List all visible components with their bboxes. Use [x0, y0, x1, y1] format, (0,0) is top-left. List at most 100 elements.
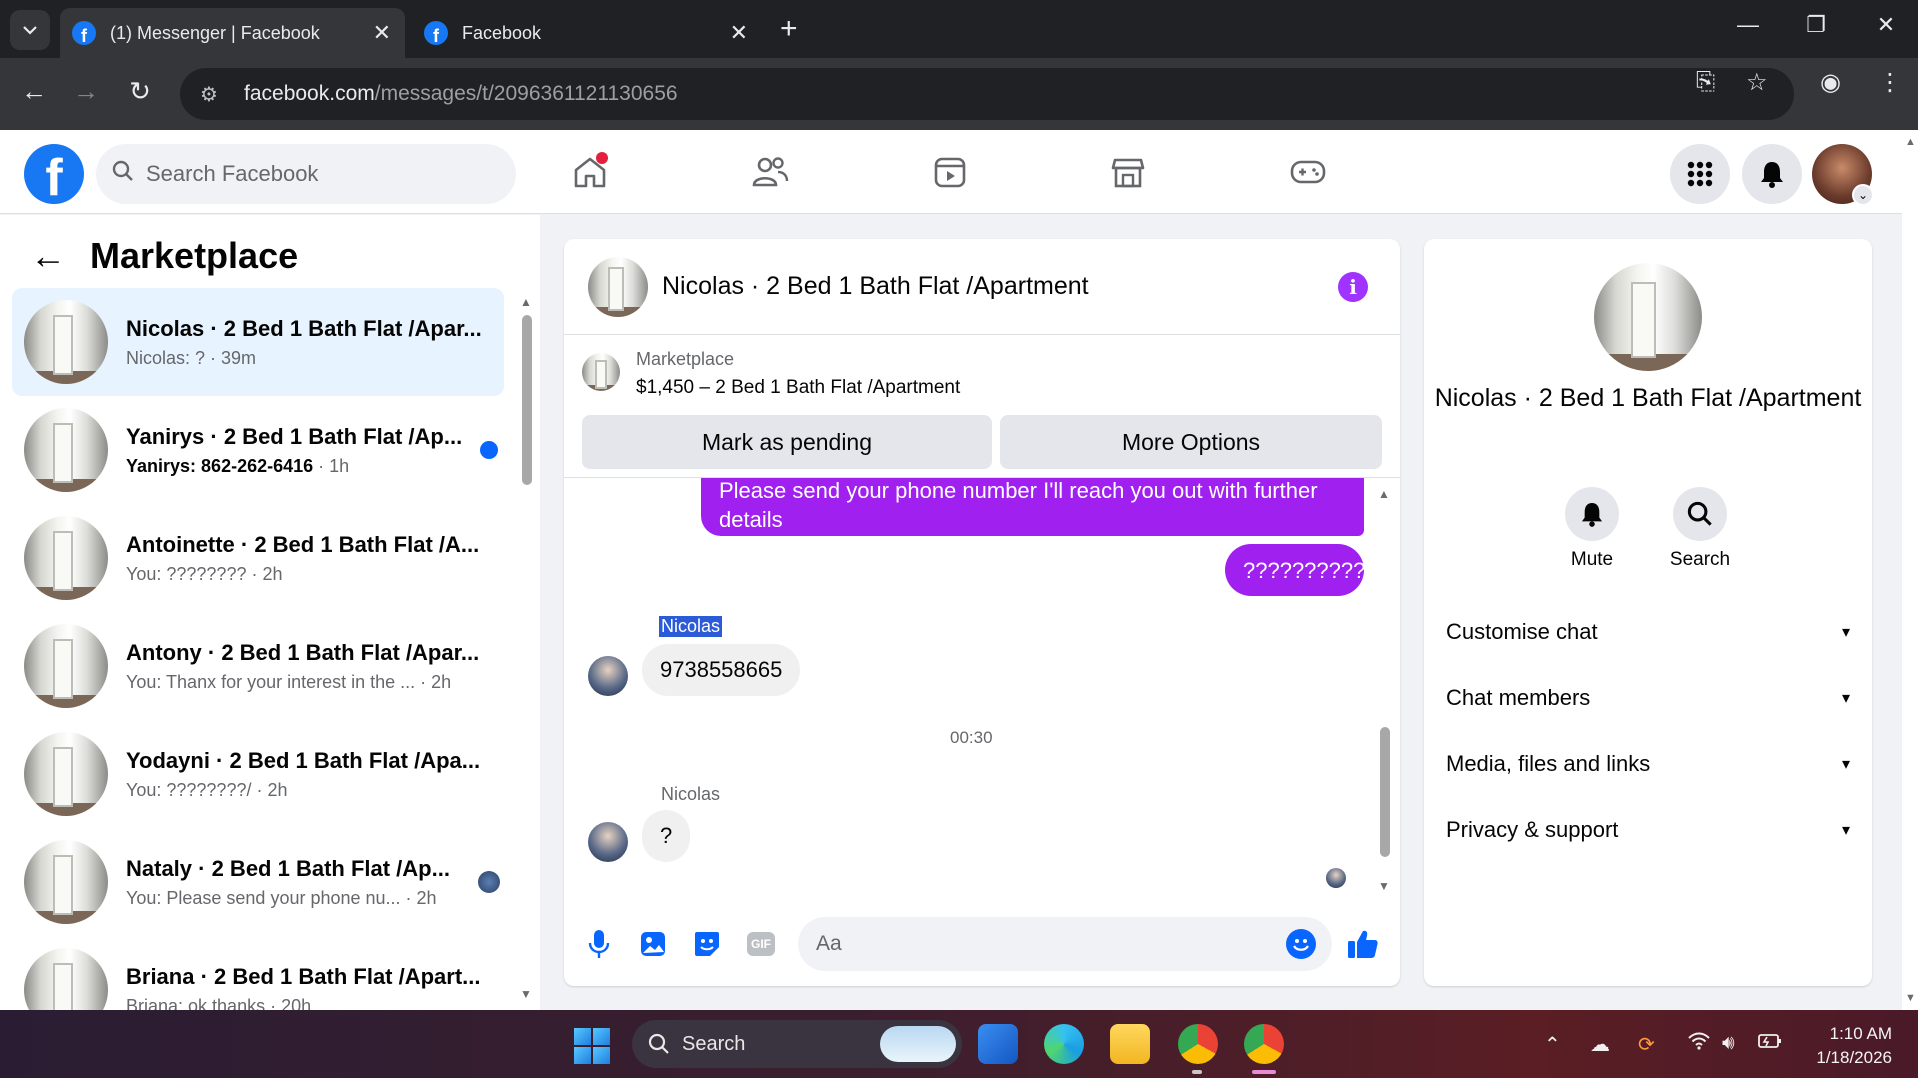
page-scrollbar[interactable]: ▲ ▼ [1902, 130, 1918, 1010]
friends-icon[interactable] [740, 146, 800, 198]
sticker-icon[interactable] [690, 927, 724, 961]
marketplace-icon[interactable] [1098, 146, 1158, 198]
browser-tab-messenger[interactable]: f (1) Messenger | Facebook ✕ [60, 8, 405, 58]
sender-avatar[interactable] [588, 656, 628, 696]
message-input[interactable]: Aa [798, 917, 1332, 971]
minimize-icon[interactable]: — [1728, 12, 1768, 38]
listing-title[interactable]: $1,450 – 2 Bed 1 Bath Flat /Apartment [636, 377, 960, 399]
conversation-item[interactable]: Nataly · 2 Bed 1 Bath Flat /Ap... You: P… [12, 828, 504, 936]
restore-icon[interactable]: ❐ [1796, 12, 1836, 38]
gaming-icon[interactable] [1278, 146, 1338, 198]
install-app-icon[interactable]: ⎘ [1696, 68, 1715, 96]
left-panel-header: ← Marketplace [30, 235, 298, 277]
browser-tab-facebook[interactable]: f Facebook ✕ [412, 8, 762, 58]
profile-icon[interactable]: ◉ [1820, 68, 1841, 97]
conversation-item[interactable]: Yanirys · 2 Bed 1 Bath Flat /Ap... Yanir… [12, 396, 504, 504]
chat-members-section[interactable]: Chat members ▾ [1446, 678, 1850, 718]
outgoing-message[interactable]: Please send your phone number I'll reach… [701, 478, 1364, 536]
close-tab-icon[interactable]: ✕ [730, 20, 748, 46]
sync-icon[interactable]: ⟳ [1638, 1032, 1655, 1057]
bookmark-star-icon[interactable]: ☆ [1746, 68, 1768, 97]
menu-grid-icon[interactable] [1670, 144, 1730, 204]
chat-avatar[interactable] [588, 256, 648, 317]
scroll-up-icon[interactable]: ▲ [1378, 487, 1390, 501]
photo-icon[interactable] [636, 927, 670, 961]
conversation-title: Nataly · 2 Bed 1 Bath Flat /Ap... [126, 855, 450, 881]
mute-button[interactable]: Mute [1542, 487, 1642, 571]
windows-start-icon[interactable] [574, 1028, 610, 1064]
battery-icon[interactable] [1758, 1032, 1782, 1055]
back-icon[interactable]: ← [14, 76, 54, 107]
mark-as-pending-button[interactable]: Mark as pending [582, 415, 992, 469]
scroll-up-icon[interactable]: ▲ [1905, 136, 1916, 148]
conversation-item[interactable]: Nicolas · 2 Bed 1 Bath Flat /Apar... Nic… [12, 288, 504, 396]
menu-kebab-icon[interactable]: ⋮ [1878, 68, 1902, 97]
notification-dot [596, 152, 608, 164]
volume-icon[interactable]: 🔊︎ [1722, 1032, 1735, 1055]
facebook-logo-icon[interactable]: f [24, 144, 84, 204]
conversation-item[interactable]: Antoinette · 2 Bed 1 Bath Flat /A... You… [12, 504, 504, 612]
scroll-down-icon[interactable]: ▼ [520, 987, 532, 1001]
conversation-title: Yanirys · 2 Bed 1 Bath Flat /Ap... [126, 423, 463, 449]
privacy-support-section[interactable]: Privacy & support ▾ [1446, 810, 1850, 850]
edge-icon[interactable] [1044, 1024, 1084, 1064]
account-chevron-icon[interactable]: ⌄ [1852, 184, 1874, 206]
listing-thumbnail[interactable] [582, 353, 620, 391]
scrollbar-thumb[interactable] [1380, 727, 1390, 857]
taskbar-search[interactable]: Search [632, 1020, 962, 1068]
site-info-icon[interactable]: ⚙ [200, 82, 230, 107]
system-clock[interactable]: 1:10 AM 1/18/2026 [1808, 1022, 1892, 1070]
reload-icon[interactable]: ↻ [120, 76, 160, 107]
media-files-links-section[interactable]: Media, files and links ▾ [1446, 744, 1850, 784]
customise-chat-section[interactable]: Customise chat ▾ [1446, 612, 1850, 652]
info-icon[interactable]: i [1338, 272, 1368, 302]
scroll-down-icon[interactable]: ▼ [1378, 879, 1390, 893]
chrome-profile-m-icon[interactable] [1178, 1024, 1218, 1064]
tab-search-button[interactable] [10, 10, 50, 50]
close-window-icon[interactable]: ✕ [1866, 12, 1906, 38]
thumbs-up-icon[interactable] [1346, 927, 1380, 961]
file-explorer-icon[interactable] [1110, 1024, 1150, 1064]
close-tab-icon[interactable]: ✕ [373, 20, 391, 46]
gif-icon[interactable]: GIF [744, 927, 778, 961]
marketplace-label: Marketplace [636, 349, 735, 369]
address-bar[interactable]: ⚙ facebook.com/messages/t/20963611211306… [180, 68, 1794, 120]
incoming-message[interactable]: 9738558665 [642, 644, 801, 696]
microphone-icon[interactable] [582, 927, 616, 961]
incoming-message[interactable]: ? [642, 810, 691, 862]
unread-indicator [480, 441, 498, 459]
home-icon[interactable] [560, 146, 620, 198]
outgoing-message[interactable]: ?????????? [1225, 544, 1365, 596]
chat-title[interactable]: Nicolas · 2 Bed 1 Bath Flat /Apartment [662, 272, 1089, 301]
outlook-icon[interactable] [978, 1024, 1018, 1064]
conversation-item[interactable]: Yodayni · 2 Bed 1 Bath Flat /Apa... You:… [12, 720, 504, 828]
chrome-icon[interactable] [1244, 1024, 1284, 1064]
scroll-down-icon[interactable]: ▼ [1905, 992, 1916, 1004]
scrollbar-thumb[interactable] [522, 315, 532, 485]
video-icon[interactable] [920, 146, 980, 198]
listing-thumbnail [24, 408, 108, 492]
conversation-title: Antoinette · 2 Bed 1 Bath Flat /A... [126, 531, 480, 557]
facebook-header: f Search Facebook ⌄ [0, 130, 1902, 214]
wifi-icon[interactable] [1688, 1032, 1710, 1056]
notifications-bell-icon[interactable] [1742, 144, 1802, 204]
search-in-chat-button[interactable]: Search [1650, 487, 1750, 571]
sender-avatar[interactable] [588, 822, 628, 862]
new-tab-icon[interactable]: + [780, 12, 798, 46]
conversation-item[interactable]: Antony · 2 Bed 1 Bath Flat /Apar... You:… [12, 612, 504, 720]
show-hidden-icons-icon[interactable]: ⌃ [1544, 1032, 1561, 1057]
forward-icon[interactable]: → [66, 76, 106, 107]
chat-scrollbar[interactable]: ▲ ▼ [1378, 487, 1392, 899]
scroll-up-icon[interactable]: ▲ [520, 295, 532, 309]
more-options-button[interactable]: More Options [1000, 415, 1382, 469]
conversation-item[interactable]: Briana · 2 Bed 1 Bath Flat /Apart... Bri… [12, 936, 504, 1010]
onedrive-cloud-icon[interactable]: ☁ [1590, 1032, 1610, 1057]
conversation-preview: You: ????????/ · 2h [126, 779, 288, 800]
preview-time: · 1h [313, 455, 350, 476]
search-icon [648, 1033, 669, 1054]
section-label: Privacy & support [1446, 817, 1619, 842]
emoji-icon[interactable] [1286, 929, 1316, 959]
facebook-search-input[interactable]: Search Facebook [96, 144, 516, 204]
conversation-list-scrollbar[interactable]: ▲ ▼ [520, 295, 534, 1005]
back-arrow-icon[interactable]: ← [30, 235, 66, 277]
